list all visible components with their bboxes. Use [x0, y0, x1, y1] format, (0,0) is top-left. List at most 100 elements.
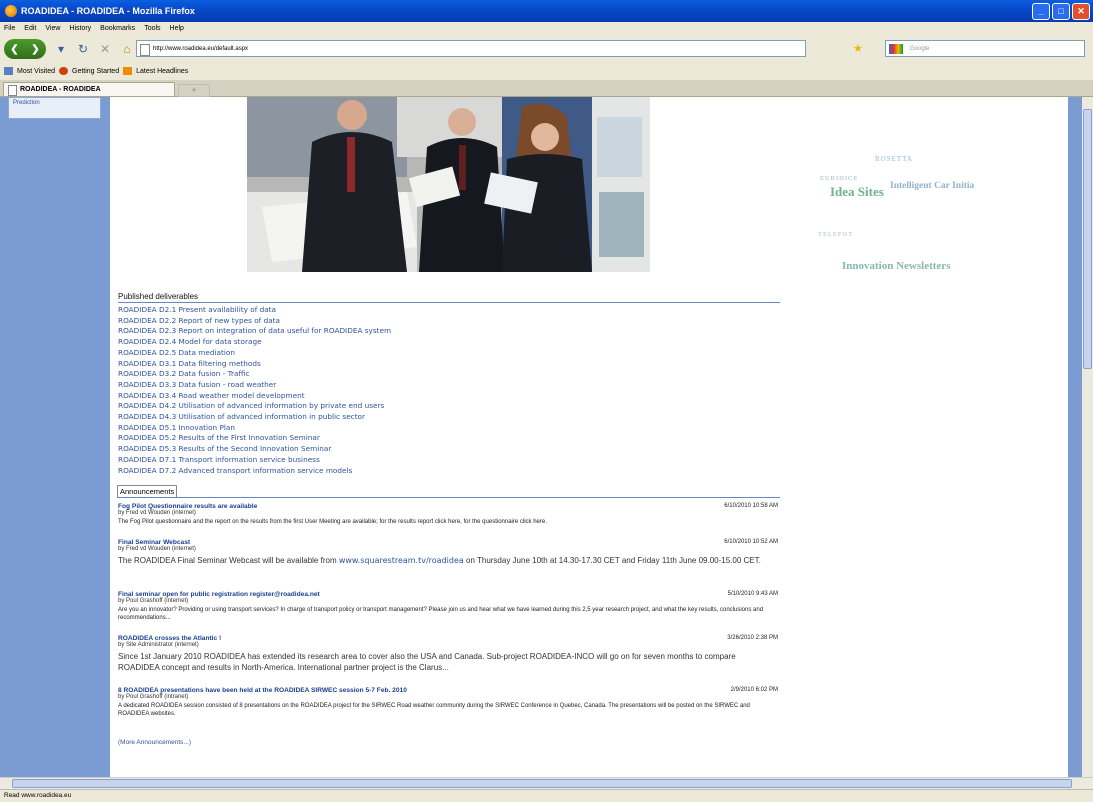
close-button[interactable]: ✕: [1072, 3, 1090, 20]
announcement-title[interactable]: Fog Pilot Questionnaire results are avai…: [118, 503, 778, 510]
deliverable-link[interactable]: ROADIDEA D2.1 Present availability of da…: [118, 305, 718, 316]
menu-edit[interactable]: Edit: [24, 25, 36, 32]
vertical-scroll-thumb[interactable]: [1083, 109, 1092, 369]
menu-file[interactable]: File: [4, 25, 15, 32]
menu-history[interactable]: History: [69, 25, 91, 32]
deliverable-link[interactable]: ROADIDEA D4.2 Utilisation of advanced in…: [118, 401, 718, 412]
announcement-body: Are you an innovator? Providing or using…: [118, 607, 764, 621]
deliverables-heading: Published deliverables: [118, 292, 199, 301]
search-input[interactable]: Google: [885, 40, 1085, 57]
reload-icon[interactable]: ↻: [76, 42, 90, 56]
announcement-date: 5/10/2010 9:43 AM: [727, 591, 778, 597]
announcement-date: 6/10/2010 10:52 AM: [724, 539, 778, 545]
search-placeholder: Google: [910, 46, 930, 52]
announcement-item: Final seminar open for public registrati…: [118, 591, 778, 622]
announcement-body: The ROADIDEA Final Seminar Webcast will …: [118, 555, 778, 566]
webcast-link[interactable]: www.squarestream.tv/roadidea: [339, 556, 464, 565]
deliverable-link[interactable]: ROADIDEA D5.2 Results of the First Innov…: [118, 433, 718, 444]
horizontal-scrollbar[interactable]: [0, 777, 1093, 789]
google-icon[interactable]: [889, 44, 903, 54]
announcement-author: by Fred vd Wouden (internet): [118, 510, 196, 516]
announcement-item: ROADIDEA crosses the Atlantic ! 3/26/201…: [118, 635, 778, 673]
announcement-date: 2/9/2010 6:02 PM: [730, 687, 778, 693]
tab-title: ROADIDEA - ROADIDEA: [20, 86, 101, 93]
minimize-button[interactable]: _: [1032, 3, 1050, 20]
deliverable-link[interactable]: ROADIDEA D2.5 Data mediation: [118, 348, 718, 359]
stop-icon[interactable]: ✕: [98, 42, 112, 56]
deliverable-link[interactable]: ROADIDEA D5.1 Innovation Plan: [118, 423, 718, 434]
tab-strip: ROADIDEA - ROADIDEA +: [0, 80, 1093, 97]
deliverables-list: ROADIDEA D2.1 Present availability of da…: [118, 305, 718, 476]
menu-bookmarks[interactable]: Bookmarks: [100, 25, 135, 32]
announcement-title[interactable]: 8 ROADIDEA presentations have been held …: [118, 687, 778, 694]
menu-view[interactable]: View: [45, 25, 60, 32]
announcement-author: by Poul Grashoff (intranet): [118, 694, 189, 700]
deliverable-link[interactable]: ROADIDEA D7.2 Advanced transport informa…: [118, 466, 718, 477]
status-bar: Read www.roadidea.eu: [0, 789, 1093, 801]
menu-tools[interactable]: Tools: [144, 25, 160, 32]
announcement-body-text: The ROADIDEA Final Seminar Webcast will …: [118, 556, 339, 565]
maximize-button[interactable]: □: [1052, 3, 1070, 20]
bookmark-getting-started[interactable]: Getting Started: [72, 68, 119, 75]
announcement-date: 6/10/2010 10:58 AM: [724, 503, 778, 509]
dropdown-icon[interactable]: ▾: [54, 42, 68, 56]
announcement-body: A dedicated ROADIDEA session consisted o…: [118, 703, 750, 717]
more-announcements-link[interactable]: (More Announcements...): [118, 739, 191, 746]
deliverable-link[interactable]: ROADIDEA D3.2 Data fusion - Traffic: [118, 369, 718, 380]
deliverable-link[interactable]: ROADIDEA D3.1 Data filtering methods: [118, 359, 718, 370]
deliverables-divider: [118, 302, 780, 303]
deliverable-link[interactable]: ROADIDEA D2.3 Report on integration of d…: [118, 326, 718, 337]
page-viewport: Prediction ROSETTA EURIDICE Idea Sites I…: [0, 97, 1082, 777]
bookmarks-toolbar: Most Visited Getting Started Latest Head…: [0, 64, 1093, 78]
event-photo: [247, 97, 650, 272]
announcement-item: Final Seminar Webcast 6/10/2010 10:52 AM…: [118, 539, 778, 566]
page-icon: [140, 44, 150, 56]
home-icon[interactable]: ⌂: [120, 42, 134, 56]
tag-intelligent-car[interactable]: Intelligent Car Initia: [890, 181, 974, 191]
tag-idea-sites[interactable]: Idea Sites: [830, 184, 884, 200]
deliverable-link[interactable]: ROADIDEA D2.4 Model for data storage: [118, 337, 718, 348]
most-visited-icon: [4, 67, 13, 75]
bookmark-latest-headlines[interactable]: Latest Headlines: [136, 68, 188, 75]
menu-help[interactable]: Help: [170, 25, 184, 32]
menu-bar: File Edit View History Bookmarks Tools H…: [0, 22, 1093, 35]
back-forward-buttons[interactable]: ❮ ❯: [4, 39, 46, 59]
deliverable-link[interactable]: ROADIDEA D7.1 Transport information serv…: [118, 455, 718, 466]
firefox-icon: [5, 5, 17, 17]
announcement-title[interactable]: Final Seminar Webcast: [118, 539, 778, 546]
horizontal-scroll-thumb[interactable]: [12, 779, 1072, 788]
url-bar[interactable]: http://www.roadidea.eu/default.aspx: [136, 40, 806, 57]
announcement-body: Since 1st January 2010 ROADIDEA has exte…: [118, 652, 736, 672]
new-tab-button[interactable]: +: [178, 84, 210, 97]
tab-roadidea[interactable]: ROADIDEA - ROADIDEA: [3, 82, 175, 96]
forward-arrow-icon[interactable]: ❯: [31, 44, 39, 55]
deliverable-link[interactable]: ROADIDEA D5.3 Results of the Second Inno…: [118, 444, 718, 455]
tag-telefot[interactable]: TELEFOT: [818, 231, 853, 238]
bookmark-star-icon[interactable]: ★: [853, 42, 863, 55]
tag-cloud: ROSETTA EURIDICE Idea Sites Intelligent …: [810, 147, 1000, 287]
main-content: ROSETTA EURIDICE Idea Sites Intelligent …: [110, 97, 1068, 777]
deliverable-link[interactable]: ROADIDEA D4.3 Utilisation of advanced in…: [118, 412, 718, 423]
tag-innovation-newsletters[interactable]: Innovation Newsletters: [842, 260, 950, 272]
rss-feed-icon: [123, 67, 133, 75]
announcement-item: Fog Pilot Questionnaire results are avai…: [118, 503, 778, 526]
back-arrow-icon[interactable]: ❮: [10, 44, 18, 55]
deliverable-link[interactable]: ROADIDEA D3.4 Road weather model develop…: [118, 391, 718, 402]
announcements-divider: [118, 497, 780, 498]
tag-euridice[interactable]: EURIDICE: [820, 175, 858, 182]
getting-started-icon: [59, 67, 68, 75]
left-navigation: Prediction: [0, 97, 110, 777]
announcement-date: 3/26/2010 2:38 PM: [727, 635, 778, 641]
announcement-title[interactable]: Final seminar open for public registrati…: [118, 591, 778, 598]
tab-page-icon: [8, 85, 17, 96]
vertical-scrollbar[interactable]: [1082, 97, 1093, 777]
deliverable-link[interactable]: ROADIDEA D3.3 Data fusion - road weather: [118, 380, 718, 391]
tag-rosetta[interactable]: ROSETTA: [875, 155, 913, 163]
bookmark-most-visited[interactable]: Most Visited: [17, 68, 55, 75]
announcement-title[interactable]: ROADIDEA crosses the Atlantic !: [118, 635, 778, 642]
url-text: http://www.roadidea.eu/default.aspx: [153, 46, 249, 52]
deliverable-link[interactable]: ROADIDEA D2.2 Report of new types of dat…: [118, 316, 718, 327]
announcement-body-text: on Thursday June 10th at 14.30-17.30 CET…: [463, 556, 761, 565]
sidebar-item-prediction[interactable]: Prediction: [8, 97, 101, 119]
announcement-author: by Fred vd Wouden (internet): [118, 546, 196, 552]
